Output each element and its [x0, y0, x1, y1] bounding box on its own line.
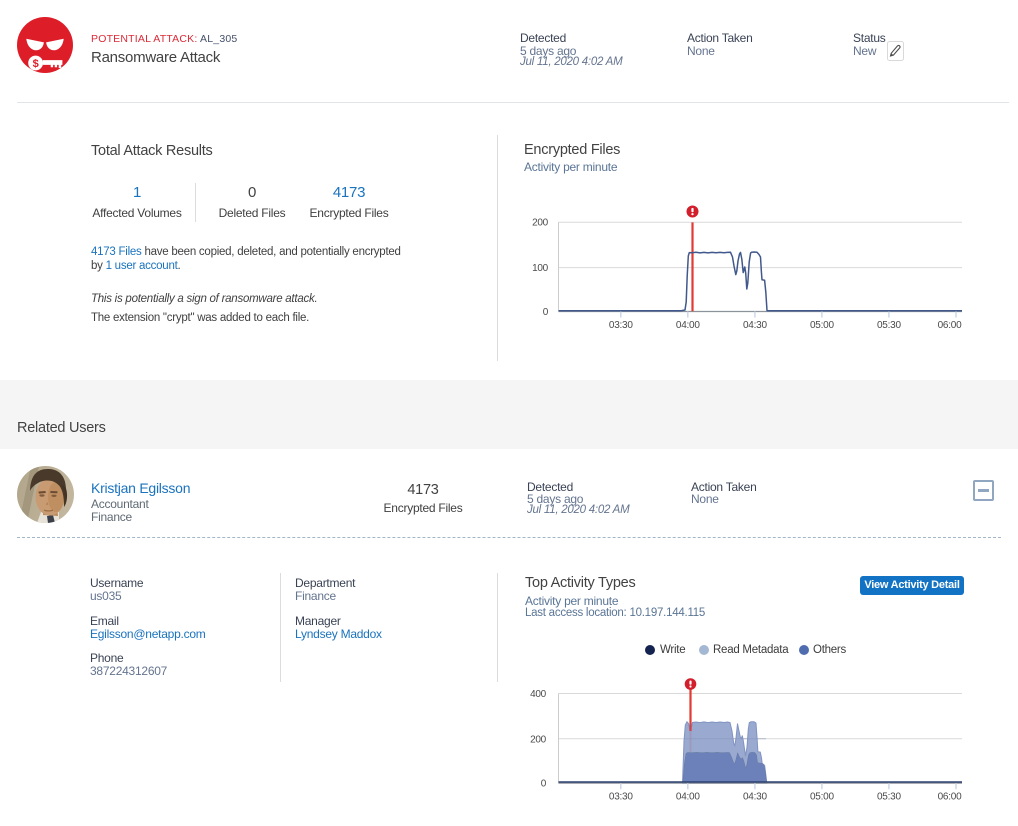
svg-text:06:00: 06:00	[938, 792, 962, 803]
svg-text:100: 100	[532, 263, 549, 274]
svg-text:04:30: 04:30	[743, 792, 767, 803]
svg-text:06:00: 06:00	[938, 320, 962, 331]
svg-text:$: $	[33, 58, 39, 70]
svg-text:05:00: 05:00	[810, 792, 834, 803]
svg-text:03:30: 03:30	[609, 792, 633, 803]
svg-text:05:30: 05:30	[877, 320, 901, 331]
svg-text:400: 400	[530, 689, 547, 700]
svg-text:04:30: 04:30	[743, 320, 767, 331]
svg-text:200: 200	[532, 218, 549, 229]
svg-text:03:30: 03:30	[609, 320, 633, 331]
svg-text:200: 200	[530, 734, 547, 745]
svg-text:0: 0	[541, 779, 547, 790]
svg-text:05:00: 05:00	[810, 320, 834, 331]
svg-text:04:00: 04:00	[676, 320, 700, 331]
svg-text:05:30: 05:30	[877, 792, 901, 803]
svg-text:0: 0	[543, 307, 549, 318]
svg-text:04:00: 04:00	[676, 792, 700, 803]
